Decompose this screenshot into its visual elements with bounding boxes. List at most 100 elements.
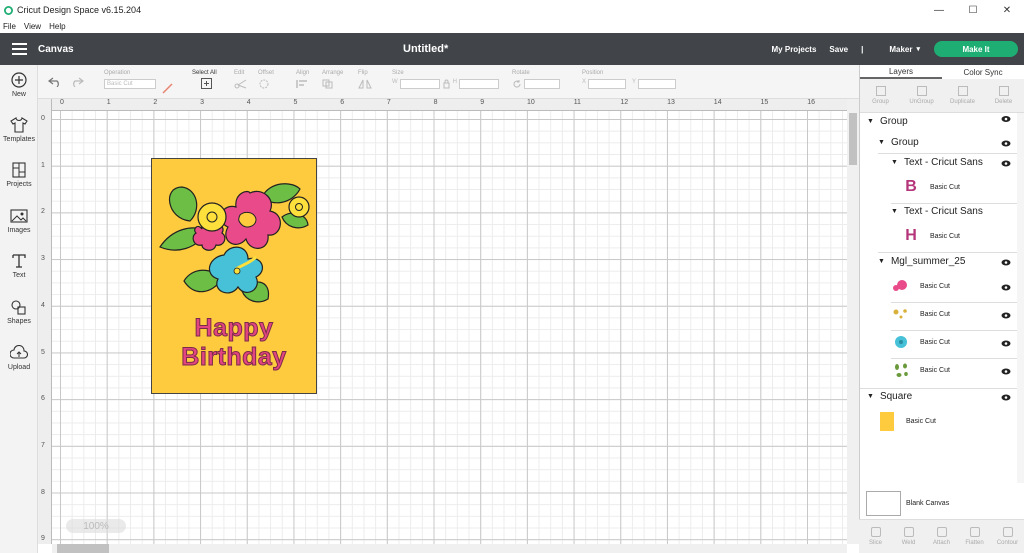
header-separator: |	[861, 44, 864, 54]
layer-text-2-cut[interactable]: H Basic Cut	[900, 225, 1024, 247]
collapse-arrow-icon[interactable]: ▼	[878, 258, 885, 265]
ruler-left-tick-label: 1	[41, 161, 45, 169]
eye-icon[interactable]	[1001, 394, 1011, 401]
minimize-button[interactable]: —	[922, 0, 956, 20]
contour-button[interactable]: Contour	[991, 520, 1024, 553]
arrange-icon	[322, 79, 333, 89]
rotate-input[interactable]	[524, 79, 560, 89]
select-all-label: Select All	[192, 70, 217, 76]
card-text-birthday[interactable]: Birthday	[152, 343, 316, 372]
x-input[interactable]	[588, 79, 627, 89]
upload-icon	[10, 345, 28, 359]
pen-color-icon[interactable]	[162, 82, 174, 96]
make-it-button[interactable]: Make It	[934, 41, 1018, 57]
sidebar-item-shapes[interactable]: Shapes	[0, 299, 38, 325]
save-button[interactable]: Save	[829, 45, 848, 54]
duplicate-icon	[957, 86, 968, 96]
delete-button[interactable]: Delete	[983, 79, 1024, 112]
eye-icon[interactable]	[1001, 340, 1011, 347]
tab-layers[interactable]: Layers	[860, 65, 942, 79]
edit-group[interactable]: Edit	[234, 70, 250, 91]
vertical-scrollbar[interactable]	[847, 99, 859, 544]
vertical-scroll-thumb[interactable]	[849, 113, 857, 165]
eye-icon[interactable]	[1001, 115, 1011, 123]
layer-square-cut[interactable]: Basic Cut	[876, 410, 1016, 432]
collapse-arrow-icon[interactable]: ▼	[891, 159, 898, 166]
machine-select[interactable]: Maker ▾	[876, 45, 920, 54]
arrange-group[interactable]: Arrange	[322, 70, 343, 91]
flatten-label: Flatten	[965, 540, 984, 546]
redo-icon[interactable]	[70, 77, 84, 89]
lock-icon[interactable]	[443, 79, 450, 89]
layer-text-1-cut[interactable]: B Basic Cut	[900, 176, 1024, 198]
sidebar-label-upload: Upload	[7, 364, 31, 371]
layer-name: Group	[879, 116, 908, 127]
eye-icon[interactable]	[1001, 312, 1011, 319]
contour-label: Contour	[996, 540, 1019, 546]
sidebar-item-projects[interactable]: Projects	[0, 162, 38, 188]
group-button[interactable]: Group	[860, 79, 901, 112]
width-input[interactable]	[399, 79, 440, 89]
ruler-top: 0 1 2 3 4 5 6 7 8 9 10 11 12 13 14 15 16	[52, 99, 847, 111]
ungroup-button[interactable]: UnGroup	[901, 79, 942, 112]
ruler-left-tick-label: 9	[41, 535, 45, 543]
document-title[interactable]: Untitled*	[403, 43, 448, 55]
collapse-arrow-icon[interactable]: ▼	[891, 208, 898, 215]
card-text-happy[interactable]: Happy	[152, 314, 316, 343]
collapse-arrow-icon[interactable]: ▼	[867, 118, 874, 125]
y-input[interactable]	[638, 79, 677, 89]
sidebar-item-upload[interactable]: Upload	[0, 345, 38, 371]
hamburger-menu-icon[interactable]	[0, 40, 38, 58]
height-input[interactable]	[459, 79, 500, 89]
zoom-indicator[interactable]: 100%	[66, 519, 126, 533]
weld-button[interactable]: Weld	[892, 520, 925, 553]
align-group[interactable]: Align	[296, 70, 310, 91]
birthday-card-design[interactable]: Happy Birthday	[151, 158, 317, 394]
layers-scrollbar[interactable]	[1017, 113, 1024, 483]
collapse-arrow-icon[interactable]: ▼	[878, 139, 885, 146]
blank-canvas-swatch[interactable]	[866, 491, 901, 516]
layer-text-2[interactable]: ▼ Text - Cricut Sans	[891, 206, 1024, 217]
tab-color-sync[interactable]: Color Sync	[942, 65, 1024, 79]
eye-icon[interactable]	[1001, 160, 1011, 167]
flatten-button[interactable]: Flatten	[958, 520, 991, 553]
collapse-arrow-icon[interactable]: ▼	[867, 393, 874, 400]
slice-button[interactable]: Slice	[859, 520, 892, 553]
flip-icon	[358, 79, 372, 89]
sidebar-item-text[interactable]: Text	[0, 253, 38, 279]
horizontal-scroll-thumb[interactable]	[57, 544, 109, 553]
eye-icon[interactable]	[1001, 284, 1011, 291]
offset-label: Offset	[258, 70, 274, 76]
chevron-down-icon: ▾	[916, 46, 920, 53]
eye-icon[interactable]	[1001, 140, 1011, 147]
sidebar-item-templates[interactable]: Templates	[0, 117, 38, 143]
menu-view[interactable]: View	[24, 22, 41, 31]
attach-button[interactable]: Attach	[925, 520, 958, 553]
yellow-square-thumbnail	[876, 410, 898, 432]
eye-icon[interactable]	[1001, 368, 1011, 375]
offset-group[interactable]: Offset	[258, 70, 274, 91]
size-group: Size W H	[392, 70, 500, 89]
sidebar-item-new[interactable]: New	[0, 72, 38, 98]
duplicate-button[interactable]: Duplicate	[942, 79, 983, 112]
select-all-group[interactable]: Select All	[192, 70, 217, 91]
undo-icon[interactable]	[48, 77, 62, 89]
menu-file[interactable]: File	[3, 22, 16, 31]
ruler-top-tick-label: 12	[620, 99, 629, 106]
left-sidebar: New Templates Projects Images Text Shape…	[0, 65, 38, 553]
close-button[interactable]: ✕	[990, 0, 1024, 20]
hibiscus-flowers-image	[159, 183, 310, 303]
ruler-top-tick-label: 4	[246, 99, 251, 106]
flip-group[interactable]: Flip	[358, 70, 372, 91]
maximize-button[interactable]: ☐	[956, 0, 990, 20]
sidebar-item-images[interactable]: Images	[0, 208, 38, 234]
my-projects-link[interactable]: My Projects	[772, 45, 817, 54]
operation-select[interactable]: Basic Cut	[104, 79, 156, 89]
ruler-top-tick-label: 13	[667, 99, 675, 106]
weld-label: Weld	[901, 540, 916, 546]
offset-icon	[259, 79, 269, 89]
horizontal-scrollbar[interactable]	[52, 544, 847, 553]
window-title: Cricut Design Space v6.15.204	[17, 5, 142, 15]
menu-help[interactable]: Help	[49, 22, 65, 31]
eye-icon[interactable]	[1001, 259, 1011, 266]
